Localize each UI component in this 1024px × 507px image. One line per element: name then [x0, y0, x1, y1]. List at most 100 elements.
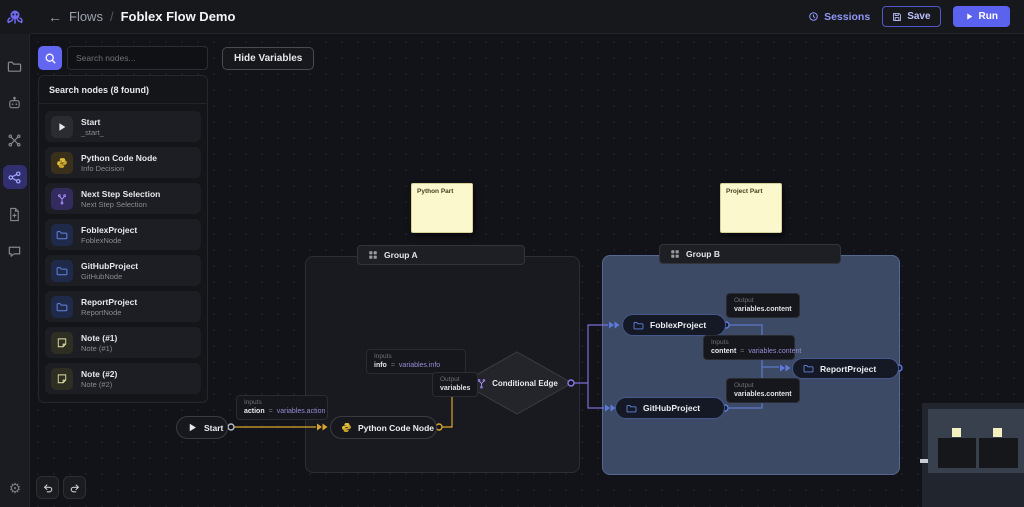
palette-item-next-step-selection[interactable]: Next Step Selection Next Step Selection	[45, 183, 201, 214]
save-floppy-icon	[893, 12, 902, 21]
folder-icon	[7, 61, 22, 72]
palette-item-python-code-node[interactable]: Python Code Node Info Decision	[45, 147, 201, 178]
run-button[interactable]: Run	[952, 6, 1010, 27]
chip-inputs-info[interactable]: Inputs info = variables.info	[366, 349, 466, 374]
node-github-project[interactable]: GitHubProject	[615, 397, 725, 419]
chip-foblex-output[interactable]: Output variables.content	[726, 293, 800, 318]
chip-var-value: variables.content	[734, 306, 792, 313]
palette-item-github-project[interactable]: GitHubProject GitHubNode	[45, 255, 201, 286]
folder-icon	[803, 364, 814, 373]
sidebar-item-projects[interactable]	[3, 54, 27, 78]
group-a-header[interactable]: Group A	[357, 245, 525, 265]
minimap-group-a	[938, 438, 976, 468]
node-start[interactable]: Start	[176, 416, 228, 439]
sidebar-item-flows[interactable]	[2, 165, 27, 189]
play-icon	[189, 423, 196, 432]
chip-var-value: variables.content	[734, 391, 792, 398]
sticky-note-2[interactable]: Project Part	[720, 183, 782, 233]
sidebar-item-chat[interactable]	[3, 239, 27, 263]
chip-label: Output	[440, 376, 460, 383]
folder-icon	[626, 404, 637, 412]
minimap-group-b	[979, 438, 1018, 468]
save-label: Save	[907, 11, 931, 22]
palette-item-title: Next Step Selection	[81, 188, 161, 199]
palette-item-subtitle: GitHubNode	[81, 271, 123, 281]
note-icon	[51, 331, 73, 354]
chip-label: Inputs	[374, 353, 392, 360]
palette-item-report-project[interactable]: ReportProject ReportNode	[45, 291, 201, 322]
undo-button[interactable]	[36, 476, 59, 499]
group-grid-icon	[369, 251, 377, 259]
robot-icon	[9, 96, 20, 108]
minimap[interactable]	[920, 403, 1024, 507]
palette-item-note-1[interactable]: Note (#1) Note (#1)	[45, 327, 201, 358]
sticky-note-1[interactable]: Python Part	[411, 183, 473, 233]
chip-label: Output	[734, 297, 754, 304]
file-plus-icon	[10, 207, 19, 221]
breadcrumb-flows-link[interactable]: Flows	[69, 9, 103, 24]
search-button[interactable]	[38, 46, 62, 70]
sidebar-item-files[interactable]	[3, 202, 27, 226]
chip-operator: =	[268, 408, 273, 415]
minimap-start-node	[920, 459, 928, 463]
app-logo[interactable]	[0, 0, 30, 34]
back-button[interactable]: ←	[48, 9, 62, 25]
chip-inputs-action[interactable]: Inputs action = variables.action	[236, 395, 328, 420]
palette-item-title: GitHubProject	[81, 260, 139, 271]
chip-label: Inputs	[711, 339, 729, 346]
minimap-note-1	[952, 428, 961, 437]
chip-github-output[interactable]: Output variables.content	[726, 378, 800, 403]
node-foblex-label: FoblexProject	[650, 320, 707, 330]
breadcrumb: ← Flows / Foblex Flow Demo	[48, 9, 235, 25]
palette-header: Search nodes (8 found)	[39, 76, 207, 104]
palette-item-foblex-project[interactable]: FoblexProject FoblexNode	[45, 219, 201, 250]
settings-gear-icon[interactable]: ⚙	[0, 480, 30, 497]
palette-item-title: Note (#1)	[81, 332, 118, 343]
palette-item-subtitle: ReportNode	[81, 307, 122, 317]
group-grid-icon	[671, 250, 679, 258]
node-report-label: ReportProject	[820, 363, 877, 374]
chip-var-name: content	[711, 348, 737, 355]
node-conditional-edge[interactable]: Conditional Edge	[467, 352, 567, 414]
top-bar: ← Flows / Foblex Flow Demo Sessions Save…	[30, 0, 1024, 34]
sidebar-item-agents[interactable]	[3, 91, 27, 115]
chip-operator: =	[390, 362, 395, 369]
node-python-code[interactable]: Python Code Node	[330, 416, 437, 439]
search-toolbar	[38, 46, 208, 70]
history-controls	[36, 476, 86, 499]
hide-variables-button[interactable]: Hide Variables	[222, 47, 315, 70]
group-b-label: Group B	[686, 249, 720, 259]
flow-graph-icon	[8, 170, 21, 184]
group-b-header[interactable]: Group B	[659, 244, 841, 264]
palette-item-start[interactable]: Start _start_	[45, 111, 201, 142]
chip-output-variables[interactable]: Output variables	[432, 372, 479, 397]
search-input[interactable]	[67, 46, 208, 70]
chip-inputs-content[interactable]: Inputs content = variables.content	[703, 335, 801, 360]
node-foblex-project[interactable]: FoblexProject	[622, 314, 726, 336]
folder-icon	[51, 223, 73, 246]
palette-item-title: ReportProject	[81, 296, 138, 307]
python-icon	[51, 151, 73, 174]
node-palette-panel: Search nodes (8 found) Start _start_ Pyth…	[38, 75, 208, 403]
redo-icon	[70, 483, 79, 492]
chip-var-value: variables.content	[748, 348, 802, 355]
node-report-project[interactable]: ReportProject	[792, 358, 899, 379]
palette-item-title: FoblexProject	[81, 224, 138, 235]
node-conditional-label: Conditional Edge	[492, 378, 558, 388]
save-button[interactable]: Save	[882, 6, 941, 27]
palette-item-title: Python Code Node	[81, 152, 158, 163]
sidebar-item-tools[interactable]	[3, 128, 27, 152]
sessions-button[interactable]: Sessions	[808, 11, 870, 23]
redo-button[interactable]	[63, 476, 86, 499]
note-icon	[51, 367, 73, 390]
search-icon	[45, 53, 56, 64]
page-title: Foblex Flow Demo	[120, 9, 236, 24]
palette-item-title: Start	[81, 116, 101, 127]
chip-var-name: info	[374, 362, 387, 369]
flow-editor-app: ← Flows / Foblex Flow Demo Sessions Save…	[0, 0, 1024, 507]
palette-item-note-2[interactable]: Note (#2) Note (#2)	[45, 363, 201, 394]
chip-var-value: variables.action	[276, 408, 326, 415]
branch-icon	[51, 187, 73, 210]
node-python-label: Python Code Node	[358, 422, 435, 433]
folder-icon	[633, 321, 644, 329]
